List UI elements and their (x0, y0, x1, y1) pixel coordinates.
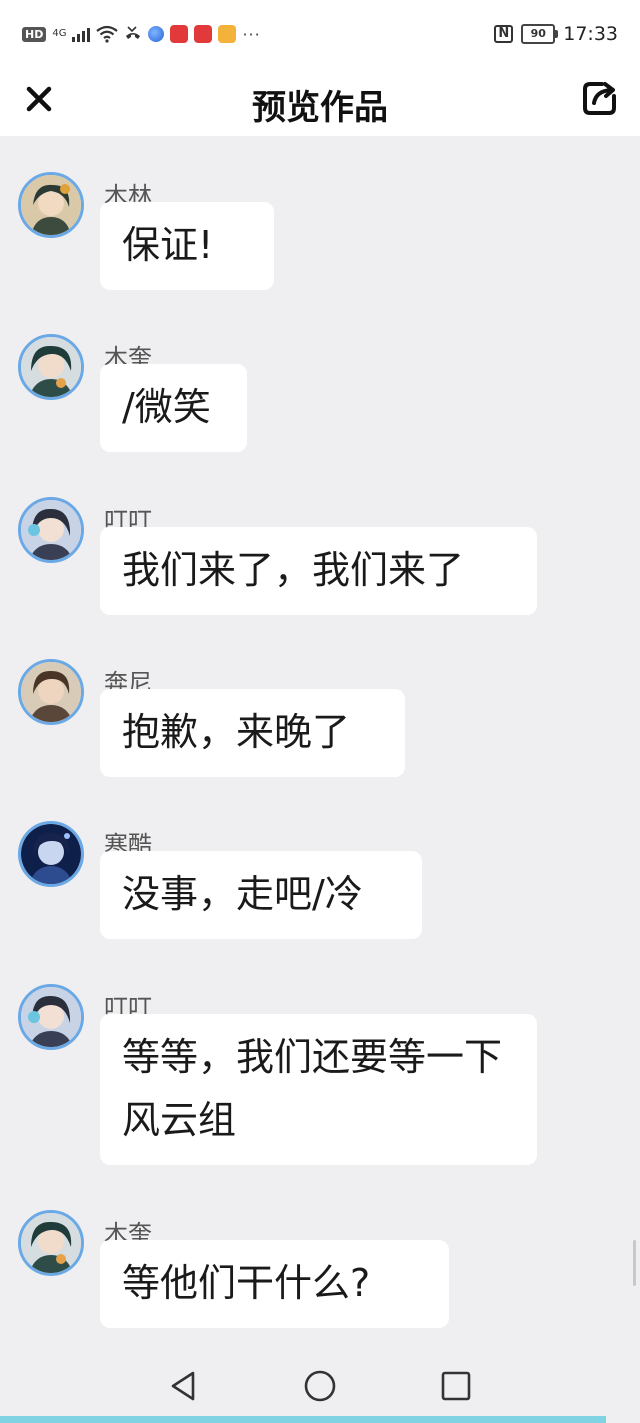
scrollbar[interactable] (633, 1240, 636, 1286)
red-app-icon (170, 25, 189, 43)
weibo-app-icon (218, 25, 237, 43)
message-bubble[interactable]: /微笑 (100, 364, 247, 452)
clock: 17:33 (563, 23, 618, 45)
battery-icon: 90 (521, 24, 559, 44)
avatar[interactable] (18, 497, 84, 563)
message-bubble[interactable]: 抱歉，来晚了 (100, 689, 405, 777)
avatar-image (21, 824, 81, 884)
page-title: 预览作品 (252, 88, 388, 128)
avatar[interactable] (18, 1210, 84, 1276)
avatar-image (21, 662, 81, 722)
share-icon[interactable] (580, 78, 620, 118)
message-bubble[interactable]: 我们来了，我们来了 (100, 527, 537, 615)
avatar[interactable] (18, 334, 84, 400)
hd-indicator: HD (22, 26, 47, 42)
status-bar: HD 4G ··· N 90 17:33 (0, 0, 640, 66)
signal-icon (72, 26, 91, 42)
avatar-image (21, 175, 81, 235)
status-left: HD 4G ··· (22, 22, 261, 46)
nfc-icon: N (494, 25, 514, 43)
message-bubble[interactable]: 等他们干什么? (100, 1240, 449, 1328)
app-header: 预览作品 (0, 66, 640, 136)
message-bubble[interactable]: 没事，走吧/冷 (100, 851, 422, 939)
wifi-icon (96, 25, 119, 43)
avatar-image (21, 987, 81, 1047)
avatar-image (21, 337, 81, 397)
message-bubble[interactable]: 保证! (100, 202, 274, 290)
recent-square-icon[interactable] (438, 1368, 474, 1404)
avatar[interactable] (18, 821, 84, 887)
avatar[interactable] (18, 172, 84, 238)
status-right: N 90 17:33 (494, 22, 618, 46)
missed-call-icon (126, 26, 141, 39)
avatar-image (21, 1213, 81, 1273)
message-bubble[interactable]: 等等，我们还要等一下风云组 (100, 1014, 537, 1165)
avatar[interactable] (18, 984, 84, 1050)
more-notifications-icon: ··· (242, 24, 261, 44)
battery-level: 90 (530, 27, 546, 40)
system-nav-bar (0, 1350, 640, 1423)
network-type: 4G (52, 28, 67, 39)
browser-app-icon (148, 26, 165, 42)
red-app-icon-2 (194, 25, 213, 43)
home-circle-icon[interactable] (302, 1368, 338, 1404)
accent-bar (0, 1416, 606, 1423)
avatar[interactable] (18, 659, 84, 725)
avatar-image (21, 500, 81, 560)
back-triangle-icon[interactable] (166, 1368, 202, 1404)
